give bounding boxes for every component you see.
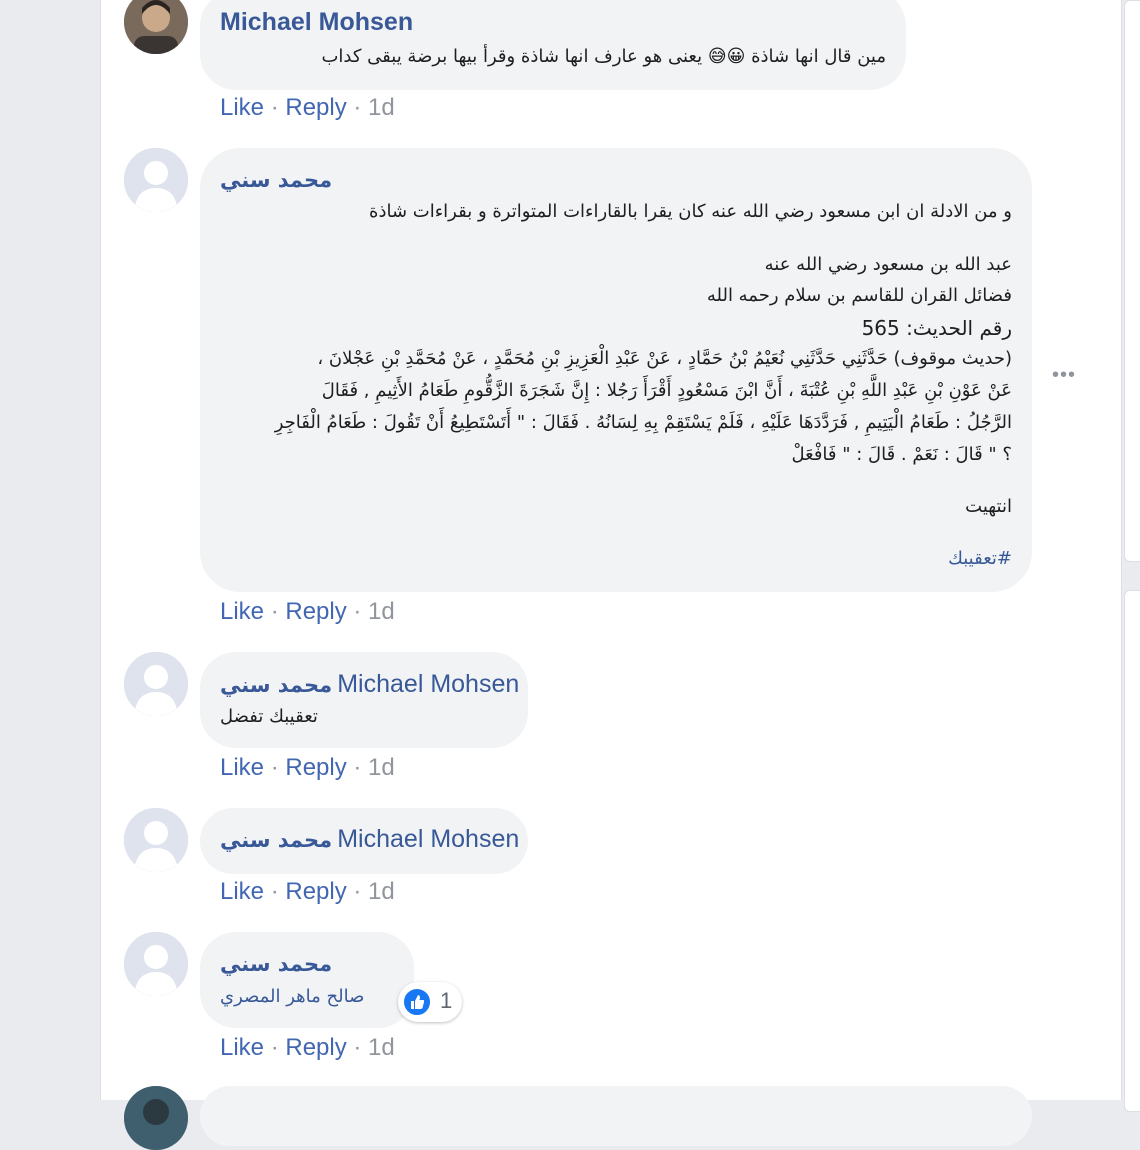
comment-header: محمد سني Michael Mohsen (220, 670, 519, 699)
comment-line: انتهيت (965, 496, 1012, 517)
reaction-summary[interactable]: 1 (398, 982, 462, 1022)
avatar-placeholder[interactable] (124, 148, 188, 212)
comment-line: عبد الله بن مسعود رضي الله عنه (764, 254, 1012, 275)
mention-tag[interactable]: Michael Mohsen (337, 670, 519, 698)
separator: · (346, 754, 369, 781)
like-link[interactable]: Like (220, 754, 264, 781)
separator: · (346, 1034, 369, 1061)
avatar-placeholder[interactable] (124, 932, 188, 996)
comment-text: مين قال انها شاذة 😀😅 يعنى هو عارف انها ش… (321, 46, 886, 67)
separator: · (264, 1034, 286, 1061)
comment-line: (حديث موقوف) حَدَّثَنِي حَدَّثَنِي نُعَي… (317, 348, 1012, 369)
side-panel (1124, 590, 1140, 1112)
comment-bubble: Michael Mohsen مين قال انها شاذة 😀😅 يعنى… (200, 0, 906, 90)
reply-link[interactable]: Reply (285, 878, 346, 905)
comment-bubble: محمد سني Michael Mohsen (200, 808, 528, 874)
avatar[interactable] (124, 1086, 188, 1150)
comment-author[interactable]: محمد سني (220, 952, 332, 976)
comment-author[interactable]: Michael Mohsen (220, 8, 413, 37)
mention-tag[interactable]: Michael Mohsen (337, 825, 519, 853)
reply-link[interactable]: Reply (285, 94, 346, 121)
timestamp[interactable]: 1d (368, 1034, 395, 1061)
like-link[interactable]: Like (220, 598, 264, 625)
separator: · (264, 878, 286, 905)
comment-author[interactable]: محمد سني (220, 828, 332, 852)
comment-bubble: محمد سني و من الادلة ان ابن مسعود رضي ال… (200, 148, 1032, 592)
mention-tag[interactable]: صالح ماهر المصري (220, 986, 364, 1007)
comment-line: الرَّجُلُ : طَعَامُ الْيَتِيمِ , فَرَدَّ… (274, 412, 1012, 433)
side-panel (1124, 0, 1140, 562)
comment-actions: Like · Reply · 1d (220, 754, 395, 782)
comment-actions: Like · Reply · 1d (220, 1034, 395, 1062)
avatar-placeholder[interactable] (124, 808, 188, 872)
separator: · (264, 598, 286, 625)
timestamp[interactable]: 1d (368, 754, 395, 781)
comment-line: و من الادلة ان ابن مسعود رضي الله عنه كا… (369, 201, 1012, 222)
like-link[interactable]: Like (220, 94, 264, 121)
comment-line: رقم الحديث: 565 (861, 316, 1012, 340)
separator: · (346, 598, 369, 625)
thumbs-up-icon (402, 987, 432, 1017)
comment-bubble (200, 1086, 1032, 1146)
comment-actions: Like · Reply · 1d (220, 94, 395, 122)
comment-bubble: محمد سني صالح ماهر المصري (200, 932, 414, 1028)
hashtag-link[interactable]: #تعقيبك (948, 548, 1012, 569)
comment-text: تعقيبك تفضل (220, 706, 318, 727)
like-link[interactable]: Like (220, 878, 264, 905)
separator: · (264, 94, 286, 121)
comment-actions: Like · Reply · 1d (220, 878, 395, 906)
comment-author[interactable]: محمد سني (220, 673, 332, 697)
separator: · (264, 754, 286, 781)
comment-author[interactable]: محمد سني (220, 168, 332, 192)
reply-link[interactable]: Reply (285, 1034, 346, 1061)
separator: · (346, 94, 369, 121)
comment-text-content: مين قال انها شاذة 😀😅 يعنى هو عارف انها ش… (321, 46, 886, 67)
separator: · (346, 878, 369, 905)
reply-link[interactable]: Reply (285, 754, 346, 781)
reaction-count: 1 (440, 988, 453, 1013)
more-options-icon[interactable]: ••• (1052, 364, 1076, 387)
comment-actions: Like · Reply · 1d (220, 598, 395, 626)
timestamp[interactable]: 1d (368, 878, 395, 905)
timestamp[interactable]: 1d (368, 598, 395, 625)
comment-line: عَنْ عَوْنِ بْنِ عَبْدِ اللَّهِ بْنِ عُت… (321, 380, 1012, 401)
reply-link[interactable]: Reply (285, 598, 346, 625)
comment-bubble: محمد سني Michael Mohsen تعقيبك تفضل (200, 652, 528, 748)
avatar-placeholder[interactable] (124, 652, 188, 716)
like-link[interactable]: Like (220, 1034, 264, 1061)
comment-line: فضائل القران للقاسم بن سلام رحمه الله (706, 285, 1012, 306)
comment-header: محمد سني Michael Mohsen (220, 825, 519, 854)
timestamp[interactable]: 1d (368, 94, 395, 121)
comment-line: ؟ " قَالَ : نَعَمْ . قَالَ : " فَافْعَلْ (791, 444, 1012, 465)
